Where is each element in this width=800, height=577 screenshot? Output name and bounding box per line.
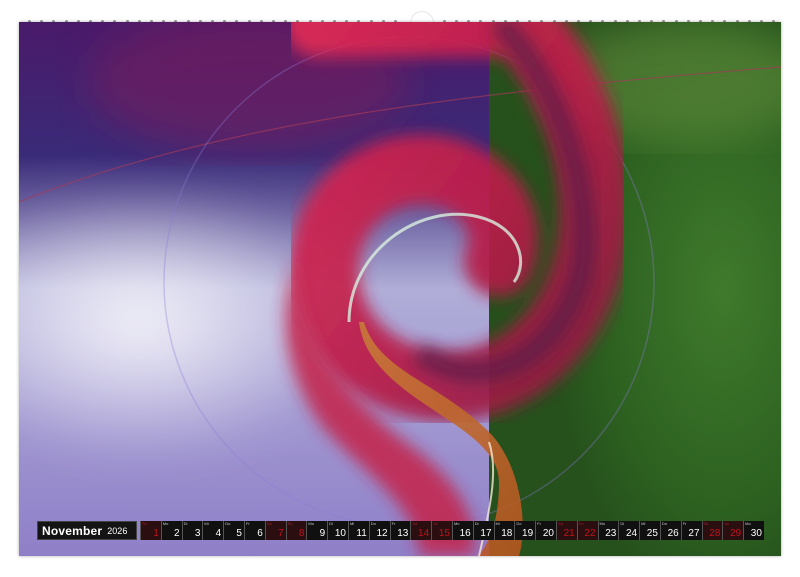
day-number: 5: [236, 528, 242, 539]
month-name: November: [42, 523, 103, 538]
calendar-strip: November 2026 So 1 Mo 2 Di 3 Mi 4 Do 5 Fr 6 Sa 7 So 8 Mo…: [37, 521, 764, 540]
day-of-week-label: Do: [370, 521, 376, 526]
day-of-week-label: So: [724, 521, 730, 526]
day-of-week-label: Di: [329, 521, 333, 526]
day-number: 24: [626, 528, 638, 539]
day-cell: Fr 27: [680, 521, 702, 540]
day-cell: Do 12: [368, 521, 390, 540]
day-cell: Mo 30: [743, 521, 764, 540]
day-cell: Mi 4: [202, 521, 224, 540]
day-number: 3: [194, 528, 201, 539]
day-cell: Sa 14: [410, 521, 432, 540]
day-of-week-label: So: [142, 521, 147, 526]
day-number: 11: [356, 528, 367, 539]
day-cell: Fr 13: [389, 521, 411, 540]
day-of-week-label: Sa: [557, 521, 563, 526]
day-number: 6: [257, 528, 263, 539]
day-number: 10: [334, 528, 346, 539]
day-number: 16: [459, 528, 471, 539]
day-of-week-label: Mi: [495, 521, 500, 526]
calendar-artwork: [19, 22, 781, 556]
day-number: 23: [605, 528, 617, 539]
day-cell: Mo 9: [306, 521, 328, 540]
day-number: 14: [418, 528, 430, 539]
day-of-week-label: Fr: [245, 521, 250, 526]
day-number: 18: [501, 528, 513, 539]
day-of-week-label: Mo: [745, 521, 751, 526]
day-cell: Di 10: [327, 521, 348, 540]
day-number: 12: [376, 528, 388, 539]
day-of-week-label: Sa: [412, 521, 418, 526]
day-number: 30: [750, 528, 762, 539]
day-of-week-label: Mi: [349, 521, 355, 526]
day-cell: Mi 18: [493, 521, 515, 540]
day-number: 8: [298, 528, 305, 539]
day-number: 4: [215, 528, 222, 539]
day-number: 2: [174, 528, 180, 539]
day-number: 27: [688, 528, 700, 539]
day-cell: Do 26: [659, 521, 681, 540]
day-of-week-label: So: [433, 521, 439, 526]
day-number: 20: [542, 528, 554, 539]
day-cell: Sa 7: [264, 521, 286, 540]
day-cells: So 1 Mo 2 Di 3 Mi 4 Do 5 Fr 6 Sa 7 So 8 Mo 9 Di 10 Mi 11 Do 12 F…: [140, 521, 764, 540]
day-number: 7: [278, 528, 284, 539]
day-number: 15: [438, 528, 450, 539]
day-of-week-label: So: [578, 521, 584, 526]
day-number: 9: [319, 528, 326, 539]
day-of-week-label: So: [287, 521, 293, 526]
day-cell: Do 19: [514, 521, 536, 540]
day-of-week-label: Mi: [641, 521, 646, 526]
day-of-week-label: Sa: [266, 521, 272, 526]
day-number: 25: [646, 528, 658, 539]
day-number: 22: [584, 528, 596, 539]
day-of-week-label: Fr: [391, 521, 396, 526]
day-of-week-label: Do: [225, 521, 231, 526]
day-cell: So 1: [140, 521, 161, 540]
day-number: 1: [153, 528, 159, 539]
day-cell: Mo 23: [597, 521, 619, 540]
day-number: 26: [667, 528, 679, 539]
day-of-week-label: Do: [661, 521, 668, 526]
day-of-week-label: Di: [183, 521, 188, 526]
day-cell: So 29: [722, 521, 744, 540]
day-cell: Sa 21: [555, 521, 577, 540]
day-cell: Mi 11: [347, 521, 369, 540]
day-of-week-label: Mo: [162, 521, 169, 526]
day-of-week-label: Mo: [308, 521, 314, 526]
day-cell: Fr 6: [243, 521, 265, 540]
day-cell: So 8: [285, 521, 307, 540]
day-of-week-label: Sa: [703, 521, 709, 526]
day-number: 28: [709, 528, 721, 539]
day-of-week-label: Di: [474, 521, 479, 526]
day-cell: So 22: [576, 521, 598, 540]
month-year: 2026: [107, 525, 128, 536]
day-cell: Di 3: [181, 521, 203, 540]
abstract-swirl-image: [19, 22, 781, 556]
day-of-week-label: Mi: [204, 521, 209, 526]
day-cell: Mi 25: [639, 521, 660, 540]
day-number: 19: [522, 528, 534, 539]
day-of-week-label: Do: [516, 521, 522, 526]
day-cell: Do 5: [223, 521, 244, 540]
day-cell: Mo 16: [451, 521, 473, 540]
day-of-week-label: Di: [620, 521, 625, 526]
day-cell: Fr 20: [535, 521, 556, 540]
day-of-week-label: Mo: [599, 521, 606, 526]
day-of-week-label: Mo: [453, 521, 460, 526]
month-label-box: November 2026: [37, 521, 137, 540]
day-cell: Di 24: [618, 521, 640, 540]
day-number: 21: [563, 528, 575, 539]
day-of-week-label: Fr: [682, 521, 687, 526]
day-cell: Di 17: [472, 521, 494, 540]
day-cell: So 15: [431, 521, 452, 540]
day-number: 29: [729, 528, 742, 539]
day-number: 17: [480, 528, 492, 539]
day-number: 13: [397, 528, 409, 539]
day-cell: Mo 2: [160, 521, 182, 540]
day-of-week-label: Fr: [537, 521, 541, 526]
day-cell: Sa 28: [701, 521, 723, 540]
